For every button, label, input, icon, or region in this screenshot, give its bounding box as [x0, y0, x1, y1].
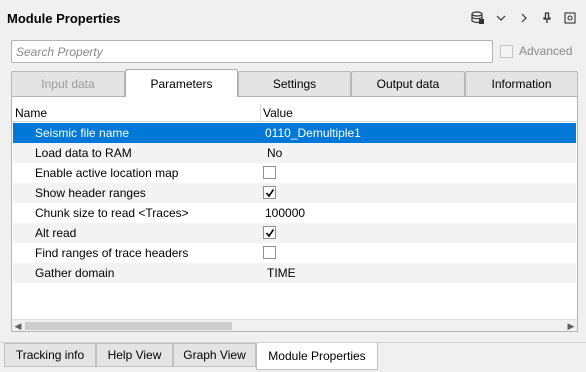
- scroll-left-icon[interactable]: ◀: [12, 320, 24, 332]
- property-name: Find ranges of trace headers: [35, 246, 189, 260]
- tab-output-data[interactable]: Output data: [351, 71, 465, 96]
- property-row-alt-read[interactable]: Alt read: [13, 223, 576, 243]
- property-value[interactable]: No: [267, 146, 282, 160]
- property-name: Show header ranges: [35, 186, 146, 200]
- property-checkbox[interactable]: [263, 226, 276, 239]
- window-title: Module Properties: [7, 11, 121, 26]
- property-name: Gather domain: [35, 266, 115, 280]
- property-checkbox[interactable]: [263, 166, 276, 179]
- tab-graph-view[interactable]: Graph View: [173, 343, 256, 367]
- tab-settings[interactable]: Settings: [238, 71, 351, 96]
- property-name: Load data to RAM: [35, 146, 132, 160]
- checkmark-icon: [265, 188, 274, 197]
- scrollbar-thumb[interactable]: [25, 322, 232, 330]
- database-icon[interactable]: [468, 9, 488, 27]
- property-row-load-data-to-ram[interactable]: Load data to RAM No: [13, 143, 576, 163]
- property-row-show-header-ranges[interactable]: Show header ranges: [13, 183, 576, 203]
- column-header-value[interactable]: Value: [263, 106, 293, 120]
- search-property-input[interactable]: Search Property: [11, 40, 493, 63]
- column-header-name[interactable]: Name: [15, 106, 47, 120]
- property-row-gather-domain[interactable]: Gather domain TIME: [13, 263, 576, 283]
- horizontal-scrollbar[interactable]: ◀ ▶: [12, 319, 577, 331]
- checkmark-icon: [265, 228, 274, 237]
- tab-module-properties[interactable]: Module Properties: [256, 343, 378, 370]
- scroll-right-icon[interactable]: ▶: [565, 320, 577, 332]
- bottom-tab-bar: Tracking info Help View Graph View Modul…: [4, 343, 582, 370]
- property-value[interactable]: 100000: [265, 206, 305, 220]
- advanced-toggle[interactable]: Advanced: [500, 44, 572, 58]
- advanced-label: Advanced: [519, 44, 573, 58]
- property-name: Chunk size to read <Traces>: [35, 206, 189, 220]
- chevron-down-icon[interactable]: [491, 9, 511, 27]
- property-row-find-ranges-of-trace-headers[interactable]: Find ranges of trace headers: [13, 243, 576, 263]
- property-row-enable-active-location-map[interactable]: Enable active location map: [13, 163, 576, 183]
- tab-input-data[interactable]: Input data: [11, 71, 125, 96]
- property-name: Alt read: [35, 226, 77, 240]
- tab-information[interactable]: Information: [465, 71, 578, 96]
- advanced-checkbox[interactable]: [500, 44, 513, 58]
- property-checkbox[interactable]: [263, 186, 276, 199]
- property-value[interactable]: TIME: [267, 266, 296, 280]
- pin-icon[interactable]: [537, 9, 557, 27]
- chevron-right-icon[interactable]: [514, 9, 534, 27]
- property-name: Enable active location map: [35, 166, 179, 180]
- tab-help-view[interactable]: Help View: [96, 343, 173, 367]
- tab-parameters[interactable]: Parameters: [125, 69, 238, 97]
- property-name: Seismic file name: [35, 126, 130, 140]
- table-header: Name Value: [12, 104, 577, 122]
- column-divider[interactable]: [260, 104, 261, 122]
- property-row-seismic-file-name[interactable]: Seismic file name 0110_Demultiple1: [13, 123, 576, 143]
- title-bar: Module Properties: [0, 0, 586, 36]
- tab-tracking-info[interactable]: Tracking info: [4, 343, 96, 367]
- module-tabs: Input data Parameters Settings Output da…: [11, 69, 578, 97]
- settings-icon[interactable]: [560, 9, 580, 27]
- properties-panel: Name Value Seismic file name 0110_Demult…: [11, 96, 578, 332]
- title-bar-icons: [465, 9, 580, 27]
- property-row-chunk-size[interactable]: Chunk size to read <Traces> 100000: [13, 203, 576, 223]
- property-checkbox[interactable]: [263, 246, 276, 259]
- property-value[interactable]: 0110_Demultiple1: [265, 126, 361, 140]
